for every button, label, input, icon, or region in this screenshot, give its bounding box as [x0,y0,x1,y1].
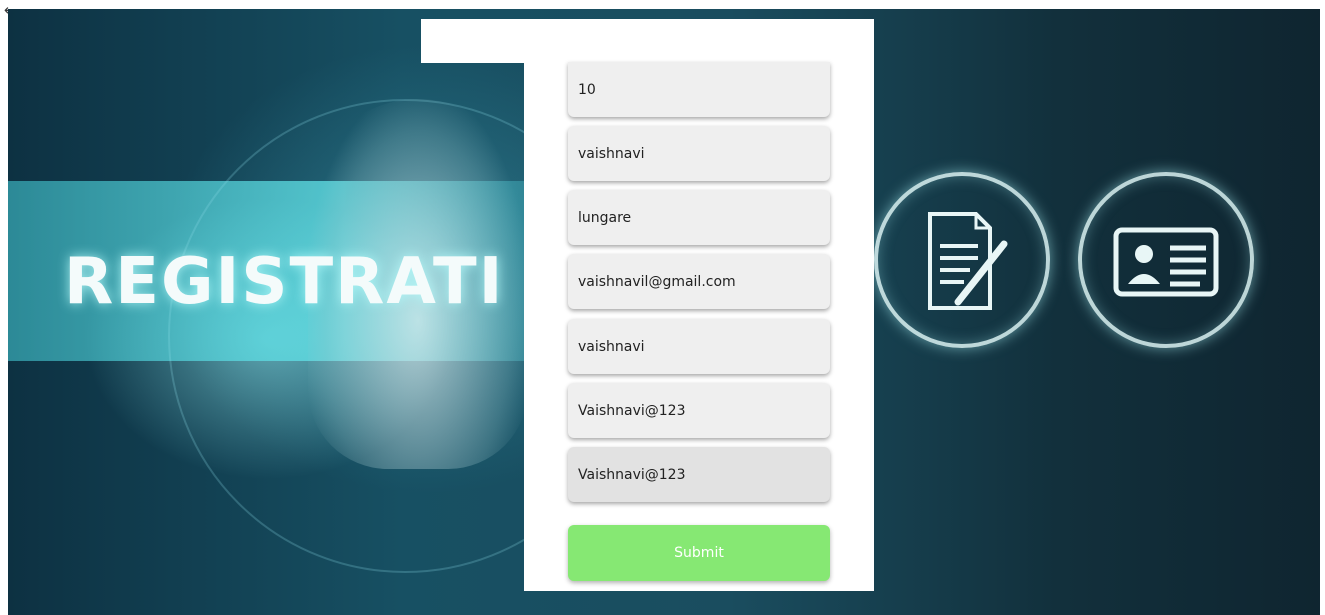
document-pen-icon [874,172,1050,348]
id-card-icon [1078,172,1254,348]
form-field-password[interactable]: Vaishnavi@123 [568,383,830,438]
form-field-last-name[interactable]: lungare [568,190,830,245]
hero-registration-text: REGISTRATI [64,245,505,319]
submit-button[interactable]: Submit [568,525,830,581]
form-field-email[interactable]: vaishnavil@gmail.com [568,254,830,309]
form-field-username[interactable]: vaishnavi [568,319,830,374]
form-field-first-name[interactable]: vaishnavi [568,126,830,181]
form-field-id[interactable]: 10 [568,62,830,117]
form-header [421,19,874,63]
form-field-confirm-password[interactable]: Vaishnavi@123 [568,447,830,502]
